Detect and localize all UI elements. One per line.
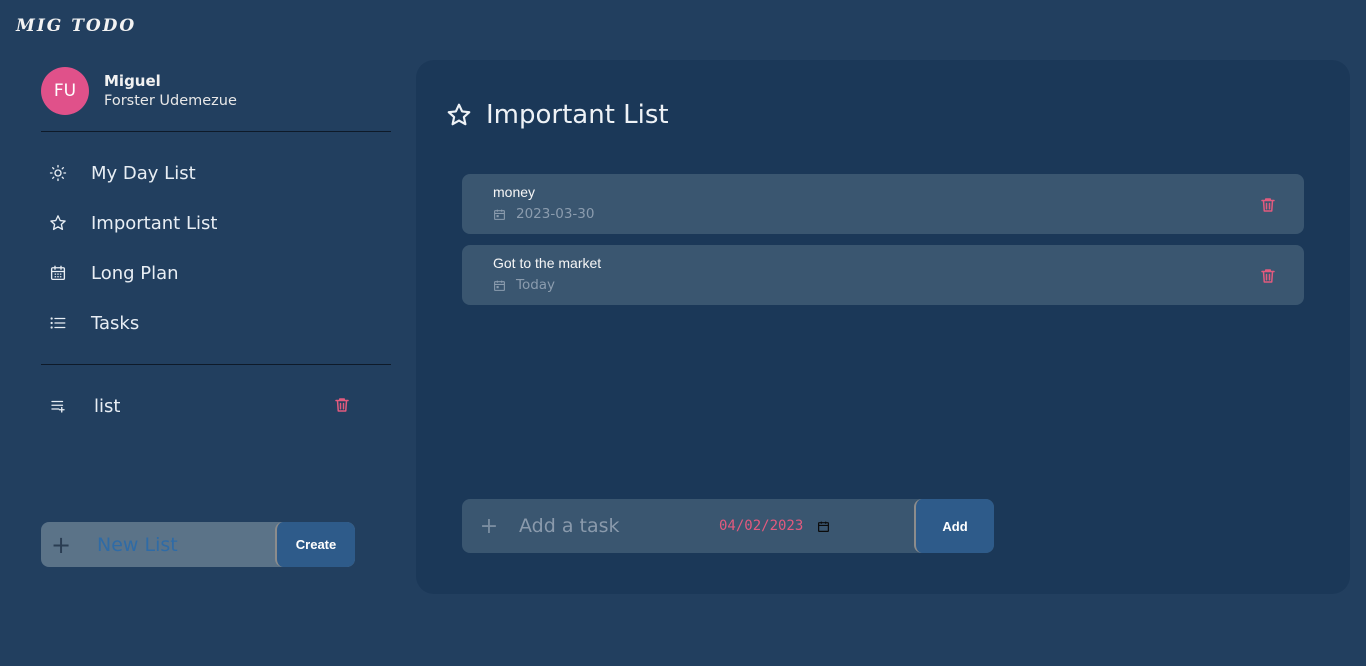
- plus-icon: +: [479, 513, 499, 539]
- user-last-name: Forster Udemezue: [104, 93, 237, 109]
- sidebar-nav: My Day List Important List Long Plan Tas…: [41, 148, 391, 348]
- delete-task-trash-icon[interactable]: [1259, 266, 1277, 290]
- page-title: Important List: [446, 100, 669, 130]
- sidebar-item-label: Important List: [91, 212, 218, 234]
- sidebar-item-my-day[interactable]: My Day List: [41, 148, 391, 198]
- delete-list-trash-icon[interactable]: [333, 395, 351, 419]
- sidebar-item-label: Tasks: [91, 312, 140, 334]
- app-logo: MIG TODO: [16, 16, 137, 36]
- task-date: 2023-03-30: [493, 206, 594, 222]
- task-item[interactable]: money 2023-03-30: [462, 174, 1304, 234]
- sun-icon: [41, 164, 75, 182]
- page-title-text: Important List: [486, 100, 669, 130]
- task-date-value: 04/02/2023: [719, 518, 804, 534]
- sidebar-divider-bottom: [41, 364, 391, 365]
- task-date: Today: [493, 277, 555, 293]
- create-list-button[interactable]: Create: [275, 522, 355, 567]
- playlist-add-icon: [41, 397, 75, 415]
- new-list-form: + Create: [41, 522, 355, 567]
- add-task-button[interactable]: Add: [914, 499, 994, 553]
- sidebar-custom-list[interactable]: list: [41, 381, 351, 431]
- task-date-picker[interactable]: 04/02/2023: [719, 518, 830, 534]
- star-icon: [41, 214, 75, 232]
- task-date-text: 2023-03-30: [516, 206, 595, 222]
- delete-task-trash-icon[interactable]: [1259, 195, 1277, 219]
- calendar-picker-icon[interactable]: [817, 520, 830, 533]
- plus-icon: +: [50, 530, 72, 559]
- user-profile: FU Miguel Forster Udemezue: [41, 66, 391, 116]
- sidebar-item-tasks[interactable]: Tasks: [41, 298, 391, 348]
- user-name-block: Miguel Forster Udemezue: [104, 71, 237, 111]
- sidebar-item-long-plan[interactable]: Long Plan: [41, 248, 391, 298]
- sidebar-item-label: My Day List: [91, 162, 196, 184]
- calendar-icon: [41, 264, 75, 282]
- task-title: money: [493, 184, 536, 200]
- sidebar-item-important[interactable]: Important List: [41, 198, 391, 248]
- list-icon: [41, 314, 75, 332]
- calendar-icon: [494, 209, 505, 220]
- user-first-name: Miguel: [104, 72, 161, 90]
- task-date-text: Today: [516, 277, 556, 293]
- sidebar-item-label: Long Plan: [91, 262, 179, 284]
- calendar-icon: [494, 280, 505, 291]
- avatar: FU: [41, 67, 89, 115]
- sidebar-divider-top: [41, 131, 391, 132]
- task-title: Got to the market: [493, 255, 602, 271]
- add-task-form: + 04/02/2023 Add: [462, 499, 994, 553]
- star-icon: [447, 103, 471, 126]
- new-list-input[interactable]: [97, 533, 277, 556]
- add-task-input[interactable]: [519, 515, 709, 537]
- main-panel: Important List money 2023-03-30 Got to t…: [416, 60, 1350, 594]
- task-list: money 2023-03-30 Got to the market Today: [462, 174, 1304, 316]
- sidebar: FU Miguel Forster Udemezue: [41, 66, 391, 116]
- task-item[interactable]: Got to the market Today: [462, 245, 1304, 305]
- custom-list-label: list: [94, 395, 121, 417]
